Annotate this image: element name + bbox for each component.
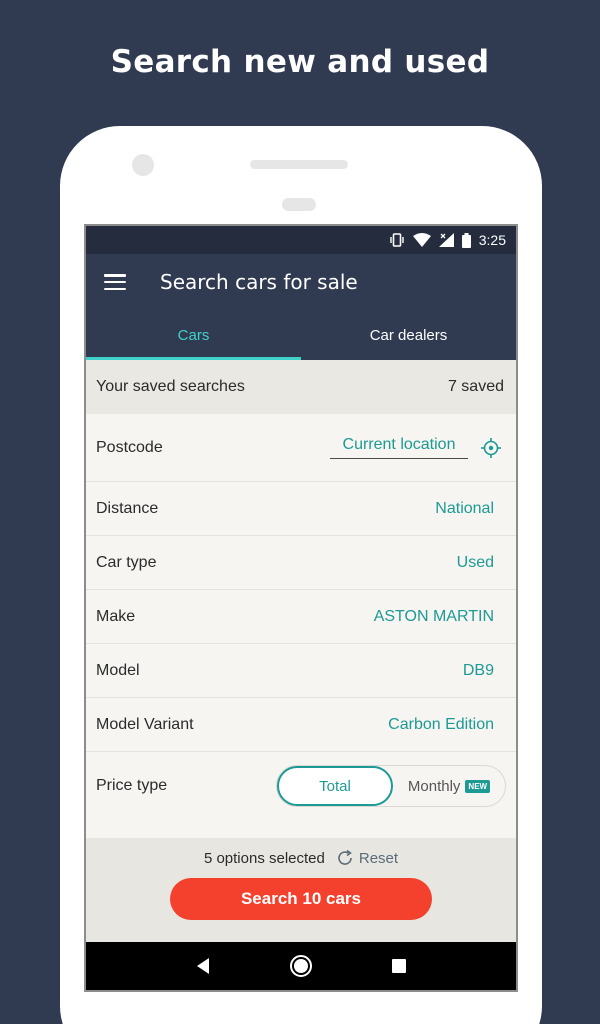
reset-button[interactable]: Reset <box>335 848 398 868</box>
price-type-monthly-option[interactable]: Monthly NEW <box>393 766 505 806</box>
saved-searches-label: Your saved searches <box>96 378 245 395</box>
battery-icon <box>461 232 471 248</box>
back-icon[interactable] <box>195 957 211 975</box>
cell-signal-icon <box>438 233 454 247</box>
car-type-row[interactable]: Car type Used <box>86 536 516 590</box>
model-label: Model <box>96 661 140 679</box>
tab-bar: Cars Car dealers <box>86 310 516 360</box>
distance-label: Distance <box>96 499 159 517</box>
reset-label: Reset <box>358 849 399 867</box>
app-screen: 3:25 Search cars for sale Cars Car deale… <box>84 224 518 992</box>
new-badge: NEW <box>465 779 491 793</box>
proximity-sensor <box>282 198 316 211</box>
wifi-icon <box>412 233 431 247</box>
status-time: 3:25 <box>478 232 506 248</box>
promo-headline: Search new and used <box>110 44 490 80</box>
total-option-label: Total <box>319 777 351 795</box>
app-bar: Search cars for sale <box>86 254 516 310</box>
home-icon[interactable] <box>289 954 313 978</box>
make-row[interactable]: Make ASTON MARTIN <box>86 590 516 644</box>
recents-icon[interactable] <box>391 958 407 974</box>
android-nav-bar <box>86 942 516 990</box>
price-type-label: Price type <box>96 777 168 794</box>
tab-cars[interactable]: Cars <box>86 310 301 360</box>
make-value: ASTON MARTIN <box>373 607 494 625</box>
postcode-input[interactable]: Current location <box>330 436 468 459</box>
model-row[interactable]: Model DB9 <box>86 644 516 698</box>
distance-row[interactable]: Distance National <box>86 482 516 536</box>
model-value: DB9 <box>462 661 494 679</box>
tab-car-dealers[interactable]: Car dealers <box>301 310 516 360</box>
status-bar: 3:25 <box>86 226 516 254</box>
car-type-label: Car type <box>96 553 157 571</box>
search-cars-button[interactable]: Search 10 cars <box>170 878 432 920</box>
saved-searches-count: 7 saved <box>447 378 504 395</box>
postcode-label: Postcode <box>96 438 163 456</box>
earpiece-speaker <box>250 160 348 169</box>
car-type-value: Used <box>456 553 494 571</box>
reset-icon <box>338 849 352 865</box>
price-type-toggle: Total Monthly NEW <box>276 765 506 807</box>
make-label: Make <box>96 607 136 625</box>
model-variant-value: Carbon Edition <box>388 715 494 733</box>
postcode-row: Postcode Current location <box>86 414 516 482</box>
front-camera <box>132 154 154 176</box>
monthly-option-label: Monthly <box>407 777 461 795</box>
page-title: Search cars for sale <box>160 270 358 294</box>
price-type-total-option[interactable]: Total <box>277 766 393 806</box>
model-variant-row[interactable]: Model Variant Carbon Edition <box>86 698 516 752</box>
price-type-row: Price type Total Monthly NEW <box>86 752 516 820</box>
model-variant-label: Model Variant <box>96 715 194 733</box>
saved-searches-row[interactable]: Your saved searches 7 saved <box>86 360 516 414</box>
distance-value: National <box>435 499 494 517</box>
options-selected-text: 5 options selected <box>203 849 325 867</box>
hamburger-menu-icon[interactable] <box>104 274 126 290</box>
search-footer: 5 options selected Reset Search 10 cars <box>86 838 516 942</box>
locate-me-icon[interactable] <box>480 437 502 459</box>
vibrate-icon <box>390 233 404 247</box>
